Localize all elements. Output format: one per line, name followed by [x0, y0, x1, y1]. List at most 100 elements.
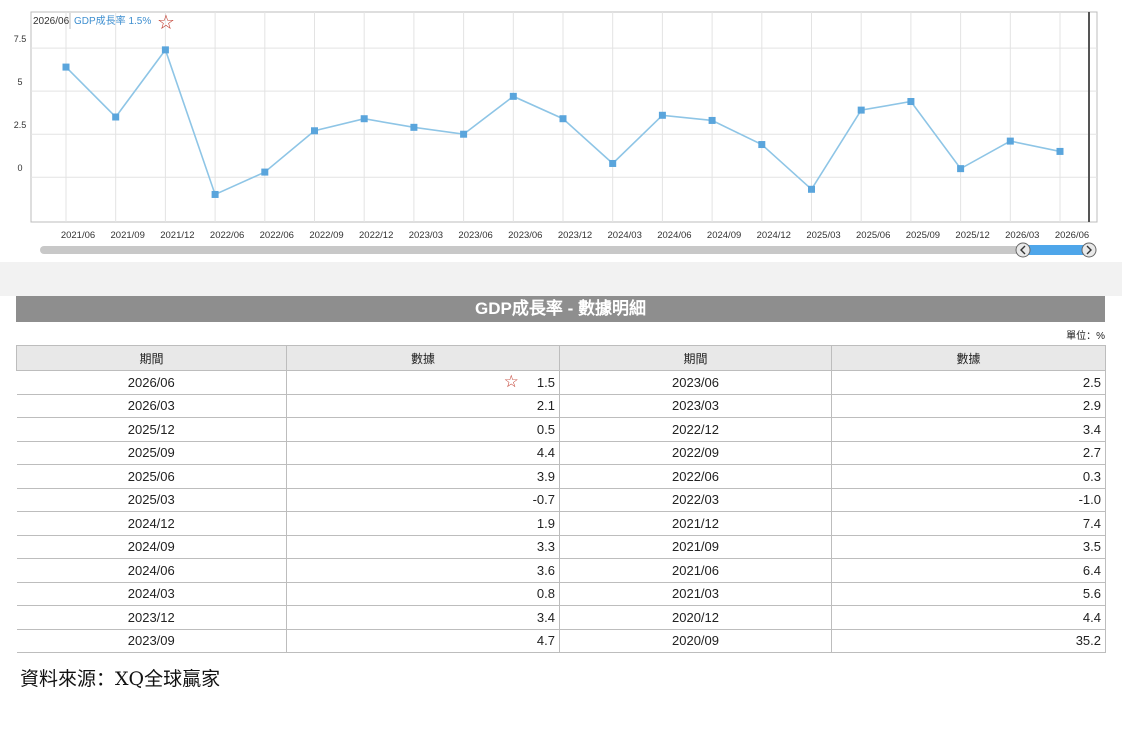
source-note: 資料來源：XQ全球贏家 [20, 668, 221, 690]
value-cell: 2.5 [831, 370, 1106, 395]
data-point [62, 63, 70, 71]
value-cell: 35.2 [831, 629, 1106, 653]
period-cell: 2025/12 [16, 417, 287, 442]
x-tick-label: 2024/09 [707, 230, 741, 241]
x-tick-label: 2024/06 [657, 230, 691, 241]
x-tick-label: 2023/03 [409, 230, 443, 241]
scrollbar-thumb [1022, 245, 1090, 255]
data-point [311, 127, 318, 135]
period-cell: 2022/09 [559, 441, 832, 465]
table-row: 2024/03 0.8 2021/03 5.6 [16, 582, 1106, 606]
gdp-line-chart: 2021/06 2021/09 2021/12 2022/06 2022/06 2022/… [0, 0, 1122, 270]
value-cell: 5.6 [831, 582, 1106, 606]
data-point [1006, 137, 1014, 145]
value-cell: ☆ 1.5 [286, 370, 560, 395]
y-tick-label: 5 [17, 77, 22, 87]
x-tick-label: 2024/03 [608, 230, 642, 241]
chevron-right-icon [1081, 242, 1097, 258]
value-cell: 6.4 [831, 558, 1106, 583]
data-point [261, 168, 269, 176]
value-cell: 2.9 [831, 394, 1106, 418]
value-cell: 3.4 [831, 417, 1106, 442]
data-point [559, 115, 567, 123]
period-cell: 2023/12 [16, 605, 287, 630]
period-cell: 2024/12 [16, 511, 287, 536]
period-cell: 2025/03 [16, 488, 287, 512]
value-cell: 4.4 [831, 605, 1106, 630]
period-cell: 2023/09 [16, 629, 287, 653]
x-tick-label: 2026/03 [1005, 230, 1039, 241]
x-tick-label: 2021/06 [61, 230, 95, 241]
value-cell: 0.8 [286, 582, 560, 606]
star-icon: ☆ [503, 372, 519, 392]
table-row: 2025/09 4.4 2022/09 2.7 [16, 441, 1106, 465]
value-cell: 2.7 [831, 441, 1106, 465]
table-title: GDP成長率 - 數據明細 [16, 296, 1105, 322]
chart-svg: 2021/06 2021/09 2021/12 2022/06 2022/06 2022/… [14, 11, 1098, 258]
value-cell: 4.4 [286, 441, 560, 465]
table-row: 2025/12 0.5 2022/12 3.4 [16, 417, 1106, 442]
table-row: 2024/09 3.3 2021/09 3.5 [16, 535, 1106, 559]
x-tick-label: 2022/12 [359, 230, 393, 241]
period-cell: 2025/06 [16, 464, 287, 489]
period-cell: 2023/03 [559, 394, 832, 418]
value-cell: 3.3 [286, 535, 560, 559]
data-point [907, 98, 915, 106]
period-cell: 2021/09 [559, 535, 832, 559]
legend-label: GDP成長率 1.5% [74, 14, 151, 27]
x-tick-label: 2025/03 [806, 230, 840, 241]
value-cell: 3.5 [831, 535, 1106, 559]
data-point [957, 165, 965, 173]
data-point [708, 116, 716, 124]
data-point [360, 115, 368, 123]
value-cell: 0.5 [286, 417, 560, 442]
table-row: 2025/06 3.9 2022/06 0.3 [16, 464, 1106, 489]
x-tick-label: 2023/06 [458, 230, 492, 241]
data-point [857, 106, 865, 114]
x-tick-label: 2023/12 [558, 230, 592, 241]
data-point [758, 141, 766, 149]
x-tick-label: 2025/06 [856, 230, 890, 241]
value-cell: -1.0 [831, 488, 1106, 512]
x-tick-label: 2025/12 [955, 230, 989, 241]
data-point [808, 185, 815, 193]
data-table: 期間 數據 期間 數據 2026/06 ☆ 1.5 2023/06 2.5 2026/03… [16, 345, 1106, 653]
period-cell: 2021/03 [559, 582, 832, 606]
table-row: 2023/09 4.7 2020/09 35.2 [16, 629, 1106, 653]
period-cell: 2026/03 [16, 394, 287, 418]
chart-footer-band [0, 262, 1122, 296]
unit-label: 單位：% [1066, 331, 1105, 342]
period-cell: 2026/06 [16, 370, 287, 395]
period-cell: 2024/06 [16, 558, 287, 583]
period-cell: 2024/09 [16, 535, 287, 559]
value-cell: 2.1 [286, 394, 560, 418]
header-period-1: 期間 [16, 345, 287, 371]
x-tick-label: 2022/06 [210, 230, 244, 241]
header-period-2: 期間 [559, 345, 832, 371]
value-cell: 3.4 [286, 605, 560, 630]
star-icon: ☆ [157, 12, 175, 34]
y-tick-label: 2.5 [14, 120, 27, 130]
period-cell: 2022/03 [559, 488, 832, 512]
value-cell: -0.7 [286, 488, 560, 512]
table-header-row: 期間 數據 期間 數據 [16, 345, 1106, 371]
period-cell: 2020/12 [559, 605, 832, 630]
value-cell: 0.3 [831, 464, 1106, 489]
data-point [460, 130, 468, 138]
period-cell: 2022/12 [559, 417, 832, 442]
data-point [509, 92, 517, 100]
period-cell: 2020/09 [559, 629, 832, 653]
chevron-left-icon [1015, 242, 1031, 258]
data-point [112, 113, 120, 121]
period-cell: 2025/09 [16, 441, 287, 465]
data-point [410, 123, 418, 131]
data-point [658, 111, 666, 119]
value-cell: 3.9 [286, 464, 560, 489]
period-cell: 2022/06 [559, 464, 832, 489]
header-value-1: 數據 [286, 345, 560, 371]
period-cell: 2021/06 [559, 558, 832, 583]
x-tick-label: 2021/09 [111, 230, 145, 241]
x-tick-label: 2022/06 [260, 230, 294, 241]
data-point [1056, 147, 1064, 155]
value-cell: 4.7 [286, 629, 560, 653]
